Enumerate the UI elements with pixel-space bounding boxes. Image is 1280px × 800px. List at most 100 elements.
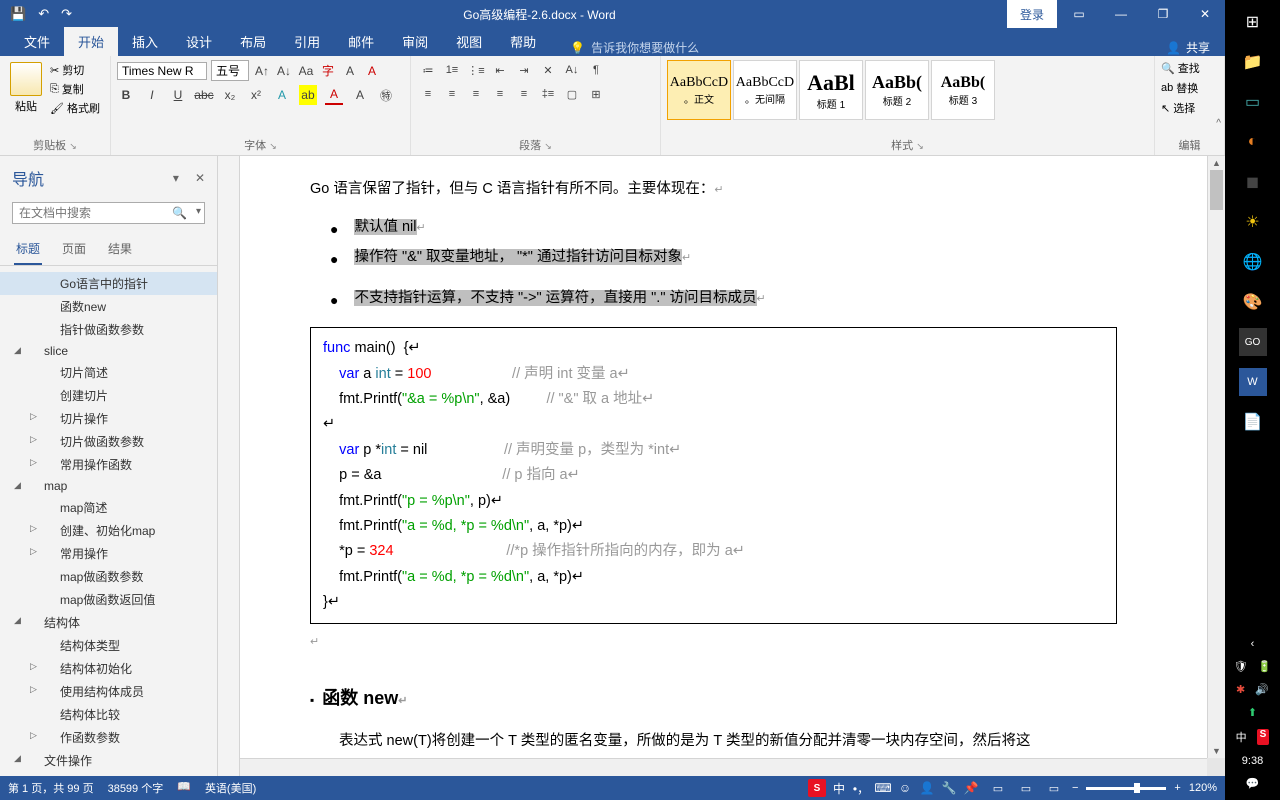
tree-item[interactable]: ▷切片做函数参数 [0, 430, 217, 453]
battery-icon[interactable]: 🔋 [1258, 660, 1272, 673]
print-layout-icon[interactable]: ▭ [1016, 780, 1036, 796]
styles-gallery[interactable]: AaBbCcD。正文 AaBbCcD。无间隔 AaBl标题 1 AaBb(标题 … [667, 60, 995, 120]
tree-item[interactable]: Go语言中的指针 [0, 272, 217, 295]
nav-tab-results[interactable]: 结果 [106, 236, 134, 265]
superscript-button[interactable]: x² [247, 85, 265, 105]
justify-icon[interactable]: ≡ [489, 84, 511, 104]
sync-icon[interactable]: ⬆ [1248, 706, 1257, 719]
increase-indent-icon[interactable]: ⇥ [513, 60, 535, 80]
enclose-icon[interactable]: ㊕ [377, 85, 395, 105]
volume-icon[interactable]: 🔊 [1255, 683, 1269, 696]
page-count[interactable]: 第 1 页，共 99 页 [8, 780, 94, 796]
language[interactable]: 英语(美国) [205, 780, 256, 796]
tree-caret-icon[interactable]: ▷ [30, 411, 37, 422]
zoom-out-icon[interactable]: − [1072, 782, 1078, 794]
tree-item[interactable]: 切片简述 [0, 361, 217, 384]
minimize-icon[interactable]: — [1101, 0, 1141, 28]
tree-item[interactable]: 结构体类型 [0, 634, 217, 657]
tree-item[interactable]: ◢map [0, 476, 217, 496]
subscript-button[interactable]: x₂ [221, 85, 239, 105]
align-left-icon[interactable]: ≡ [417, 84, 439, 104]
line-spacing-icon[interactable]: ‡≡ [537, 84, 559, 104]
clear-format-icon[interactable]: A [363, 61, 381, 81]
tab-review[interactable]: 审阅 [388, 27, 442, 56]
find-button[interactable]: 🔍查找 [1161, 60, 1200, 76]
select-button[interactable]: ↖选择 [1161, 100, 1200, 116]
scroll-up-icon[interactable]: ▲ [1208, 156, 1225, 170]
tree-item[interactable]: ▷作函数参数 [0, 726, 217, 749]
grow-font-icon[interactable]: A↑ [253, 61, 271, 81]
style-heading3[interactable]: AaBb(标题 3 [931, 60, 995, 120]
vertical-scrollbar[interactable]: ▲ ▼ [1207, 156, 1225, 758]
tree-item[interactable]: map简述 [0, 496, 217, 519]
tree-caret-icon[interactable]: ▷ [30, 684, 37, 695]
explorer-icon[interactable]: 📁 [1239, 48, 1267, 76]
strike-button[interactable]: abc [195, 85, 213, 105]
nav-tab-headings[interactable]: 标题 [14, 236, 42, 265]
word-count[interactable]: 38599 个字 [108, 780, 164, 796]
tree-item[interactable]: ◢文件操作 [0, 749, 217, 772]
tab-view[interactable]: 视图 [442, 27, 496, 56]
tree-item[interactable]: ▷字符串处理函数 [0, 772, 217, 776]
tree-item[interactable]: 指针做函数参数 [0, 318, 217, 341]
text-effects-icon[interactable]: A [273, 85, 291, 105]
change-case-icon[interactable]: Aa [297, 61, 315, 81]
tree-caret-icon[interactable]: ▷ [30, 730, 37, 741]
tree-caret-icon[interactable]: ▷ [30, 661, 37, 672]
align-center-icon[interactable]: ≡ [441, 84, 463, 104]
format-painter-button[interactable]: 🖌格式刷 [50, 100, 100, 116]
share-button[interactable]: 共享 [1186, 39, 1210, 56]
tell-me-search[interactable]: 💡 告诉我你想要做什么 [570, 39, 699, 56]
zoom-slider[interactable] [1086, 787, 1166, 790]
ime-ch-icon[interactable]: 中 [830, 779, 848, 797]
highlight-icon[interactable]: ab [299, 85, 317, 105]
tree-item[interactable]: 创建切片 [0, 384, 217, 407]
style-heading1[interactable]: AaBl标题 1 [799, 60, 863, 120]
ime-face-icon[interactable]: ☺ [896, 779, 914, 797]
ime-keyboard-icon[interactable]: ⌨ [874, 779, 892, 797]
chrome-icon[interactable]: 🌐 [1239, 248, 1267, 276]
net-icon[interactable]: ✱ [1236, 683, 1245, 696]
ime-punct-icon[interactable]: •， [852, 779, 870, 797]
tree-caret-icon[interactable]: ◢ [14, 615, 21, 626]
save-icon[interactable]: 💾 [10, 6, 26, 22]
bullets-icon[interactable]: ≔ [417, 60, 439, 80]
multilevel-icon[interactable]: ⋮≡ [465, 60, 487, 80]
char-shading-icon[interactable]: A [351, 85, 369, 105]
nav-tab-pages[interactable]: 页面 [60, 236, 88, 265]
redo-icon[interactable]: ↷ [61, 6, 72, 22]
tree-item[interactable]: map做函数参数 [0, 565, 217, 588]
sogou-tray-icon[interactable]: S [1257, 729, 1270, 745]
undo-icon[interactable]: ↶ [38, 6, 49, 22]
maximize-icon[interactable]: ❐ [1143, 0, 1183, 28]
tree-item[interactable]: ▷使用结构体成员 [0, 680, 217, 703]
start-icon[interactable]: ⊞ [1239, 8, 1267, 36]
document-page[interactable]: Go 语言保留了指针，但与 C 语言指针有所不同。主要体现在：↵ ●默认值 ni… [240, 156, 1207, 776]
decrease-indent-icon[interactable]: ⇤ [489, 60, 511, 80]
search-icon[interactable]: 🔍 [172, 206, 187, 220]
font-color-icon[interactable]: A [325, 85, 343, 105]
action-center-icon[interactable]: 💬 [1246, 777, 1260, 790]
zoom-in-icon[interactable]: + [1174, 782, 1180, 794]
style-heading2[interactable]: AaBb(标题 2 [865, 60, 929, 120]
app-icon[interactable]: ◼ [1239, 168, 1267, 196]
word-icon[interactable]: W [1239, 368, 1267, 396]
tree-caret-icon[interactable]: ▷ [30, 434, 37, 445]
char-border-icon[interactable]: A [341, 61, 359, 81]
tree-item[interactable]: ▷创建、初始化map [0, 519, 217, 542]
shading-icon[interactable]: ▢ [561, 84, 583, 104]
nav-close-icon[interactable]: ✕ [195, 171, 205, 185]
replace-button[interactable]: ab替换 [1161, 80, 1200, 96]
notepad-icon[interactable]: 📄 [1239, 408, 1267, 436]
tab-home[interactable]: 开始 [64, 27, 118, 56]
sort-icon[interactable]: A↓ [561, 60, 583, 80]
scroll-down-icon[interactable]: ▼ [1208, 744, 1225, 758]
spellcheck-icon[interactable]: 📖 [177, 780, 191, 796]
style-normal[interactable]: AaBbCcD。正文 [667, 60, 731, 120]
tree-item[interactable]: ◢slice [0, 341, 217, 361]
paste-button[interactable]: 粘贴 [6, 60, 46, 116]
read-mode-icon[interactable]: ▭ [988, 780, 1008, 796]
tab-references[interactable]: 引用 [280, 27, 334, 56]
cut-button[interactable]: ✂剪切 [50, 62, 100, 78]
app-icon[interactable]: ▭ [1239, 88, 1267, 116]
